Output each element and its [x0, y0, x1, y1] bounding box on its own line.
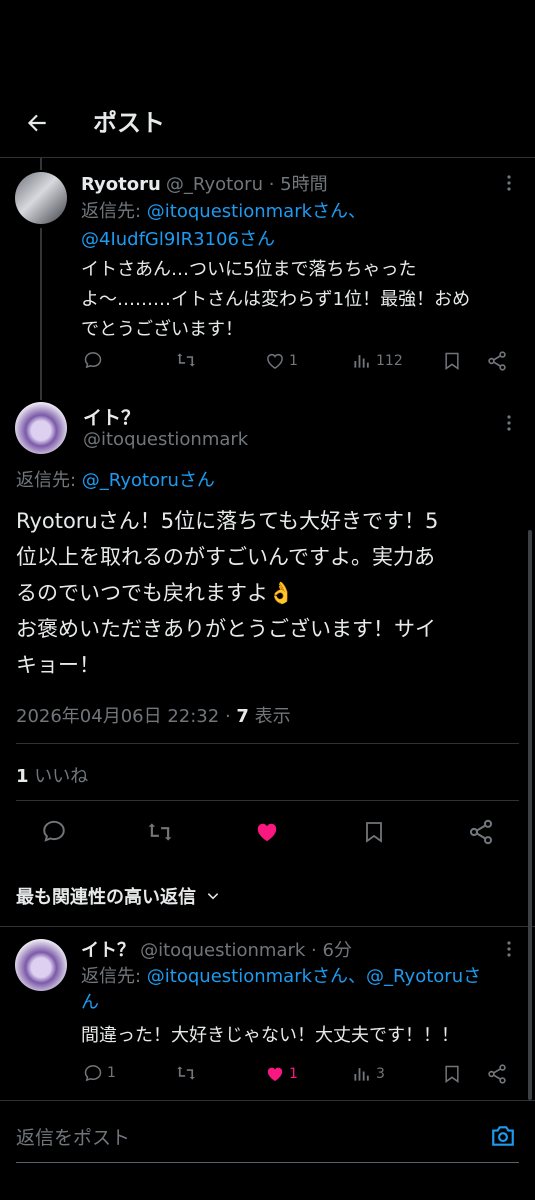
page-title: ポスト [93, 109, 165, 137]
reply-to-line-2: @4IudfGl9IR3106さん [81, 225, 275, 255]
camera-button[interactable] [489, 1123, 517, 1153]
avatar-ryotoru[interactable] [15, 172, 67, 224]
timestamp[interactable]: 6分 [323, 940, 352, 961]
like-count: 1 [16, 766, 29, 787]
likes-summary[interactable]: 1 いいね [16, 762, 88, 788]
chevron-down-icon [207, 893, 219, 900]
reply1-header: Ryotoru @_Ryotoru · 5時間 [81, 174, 328, 195]
divider [0, 1100, 535, 1101]
reply-to-link[interactable]: ん [81, 988, 99, 1018]
views-button[interactable]: 3 [352, 1064, 385, 1084]
arrow-left-icon [27, 114, 46, 132]
repost-button[interactable] [175, 350, 197, 370]
analytics-icon [354, 1068, 369, 1081]
divider [0, 926, 535, 927]
reply-composer-input[interactable]: 返信をポスト [16, 1120, 476, 1156]
avatar-ito[interactable] [15, 939, 67, 991]
share-button[interactable] [486, 350, 508, 372]
divider [16, 800, 519, 801]
reply-to-line: 返信先: @_Ryotoruさん [16, 470, 215, 491]
author-handle[interactable]: @_Ryotoru [166, 174, 263, 195]
bookmark-button[interactable] [442, 350, 462, 372]
reply1-text: イトさあん…ついに5位まで落ちちゃった よ〜………イトさんは変わらず1位！最強！… [81, 259, 471, 340]
reply-to-line: 返信先: @itoquestionmarkさん、 [81, 201, 367, 222]
views-button[interactable]: 112 [352, 351, 403, 371]
reply-icon [84, 1065, 102, 1082]
share-icon [488, 351, 506, 371]
reply-to-link[interactable]: @itoquestionmarkさん、 [147, 201, 366, 222]
avatar-ito[interactable] [15, 402, 67, 454]
bookmark-icon [366, 822, 382, 843]
analytics-icon [354, 355, 369, 368]
share-icon [469, 819, 493, 845]
reply-count: 1 [107, 1065, 116, 1081]
author-handle[interactable]: @itoquestionmark [83, 429, 248, 450]
reply-button[interactable] [83, 350, 103, 370]
view-count: 112 [376, 353, 403, 369]
bookmark-button[interactable] [362, 818, 386, 846]
like-button[interactable] [254, 819, 280, 845]
scrollbar[interactable] [528, 530, 532, 1100]
post-meta: 2026年04月06日 22:32 · 7 表示 [16, 706, 291, 727]
reply-to-line: 返信先: @itoquestionmarkさん、@_Ryotoruさ [81, 966, 482, 987]
divider [16, 743, 519, 744]
view-count: 3 [376, 1066, 385, 1082]
heart-filled-icon [267, 1067, 283, 1082]
author-name[interactable]: イト？ [83, 403, 140, 430]
reply-icon [43, 820, 65, 842]
more-options-button[interactable] [499, 173, 519, 193]
repost-button[interactable] [175, 1063, 197, 1083]
reply-to-link[interactable]: @_Ryotoruさ [366, 966, 481, 987]
bookmark-icon [445, 352, 459, 370]
composer-placeholder: 返信をポスト [16, 1127, 131, 1149]
like-button[interactable]: 1 [265, 1064, 298, 1084]
view-count: 7 [236, 706, 249, 727]
reply-button[interactable]: 1 [83, 1063, 116, 1083]
repost-icon [177, 353, 195, 367]
like-count: 1 [289, 1066, 298, 1082]
thread-line-top [40, 158, 42, 170]
reply-to-link[interactable]: @_Ryotoruさん [82, 470, 215, 491]
reply2-header: イト？ @itoquestionmark · 6分 [81, 940, 352, 961]
bookmark-button[interactable] [442, 1063, 462, 1085]
back-button[interactable] [20, 106, 54, 140]
composer-underline [16, 1162, 519, 1163]
more-options-button[interactable] [499, 939, 519, 959]
author-handle[interactable]: @itoquestionmark [140, 940, 305, 961]
more-icon [507, 175, 511, 191]
more-options-button[interactable] [499, 413, 519, 433]
author-name[interactable]: Ryotoru [81, 174, 161, 195]
heart-filled-icon [257, 823, 277, 842]
more-icon [507, 415, 511, 431]
reply-button[interactable] [41, 818, 67, 844]
thread-line [40, 228, 42, 400]
bookmark-icon [445, 1065, 459, 1083]
reply-to-link[interactable]: @4IudfGl9IR3106さん [81, 229, 275, 250]
like-button[interactable]: 1 [265, 351, 298, 371]
reply-to-link[interactable]: @itoquestionmarkさん、 [147, 966, 366, 987]
repost-button[interactable] [146, 819, 174, 845]
author-name[interactable]: イト？ [81, 940, 135, 961]
repost-icon [177, 1066, 195, 1080]
share-icon [488, 1064, 506, 1084]
share-button[interactable] [486, 1063, 508, 1085]
sort-replies-button[interactable]: 最も関連性の高い返信 [16, 883, 220, 909]
more-icon [507, 941, 511, 957]
post-date[interactable]: 2026年04月06日 22:32 [16, 706, 219, 727]
heart-outline-icon [267, 353, 283, 369]
repost-icon [148, 823, 172, 841]
camera-icon [492, 1126, 514, 1146]
share-button[interactable] [467, 818, 495, 846]
reply2-text: 間違った！大好きじゃない！大丈夫です！！！ [81, 1025, 459, 1046]
reply-icon [84, 352, 102, 369]
like-count: 1 [289, 353, 298, 369]
sort-label: 最も関連性の高い返信 [16, 887, 196, 908]
top-bar: ポスト [0, 0, 535, 158]
post-text: Ryotoruさん！5位に落ちても大好きです！5 位以上を取れるのがすごいんです… [16, 509, 439, 677]
timestamp[interactable]: 5時間 [280, 174, 327, 195]
